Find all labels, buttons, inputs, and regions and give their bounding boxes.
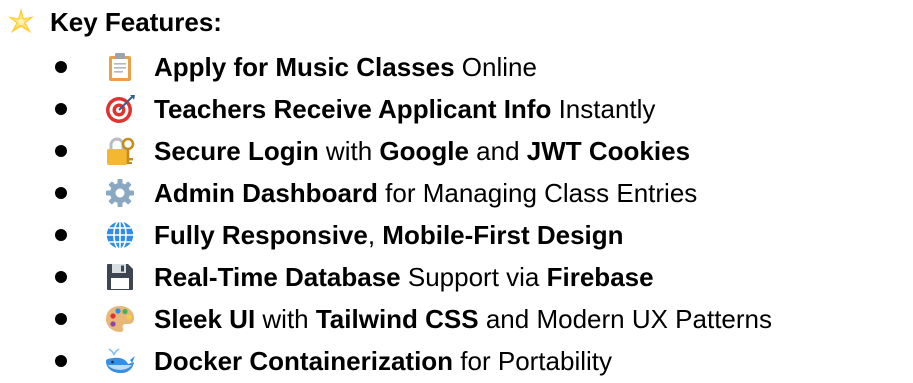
glowing-star-icon — [7, 7, 35, 34]
list-item-text: Docker Containerization for Portability — [154, 346, 612, 377]
clipboard-icon — [109, 53, 131, 81]
text-segment: and — [468, 135, 527, 166]
list-item-text: Real-Time Database Support via Firebase — [154, 262, 654, 293]
list-item-body: Apply for Music Classes Online — [104, 46, 537, 88]
list-item-text: Teachers Receive Applicant Info Instantl… — [154, 94, 655, 125]
text-segment: , — [367, 219, 383, 250]
bold-text-segment: Sleek UI — [154, 303, 256, 334]
list-item-text: Fully Responsive, Mobile-First Design — [154, 220, 624, 251]
bullet-marker — [55, 229, 67, 241]
bold-text-segment: Docker Containerization — [154, 345, 454, 376]
list-item: Fully Responsive, Mobile-First Design — [0, 214, 913, 256]
bullet-marker — [55, 103, 67, 115]
list-item: Teachers Receive Applicant Info Instantl… — [0, 88, 913, 130]
direct-hit-target-icon — [106, 95, 135, 123]
bold-text-segment: Tailwind CSS — [315, 303, 479, 334]
bullet-marker — [55, 145, 67, 157]
list-item-text: Admin Dashboard for Managing Class Entri… — [154, 178, 697, 209]
list-item-body: Admin Dashboard for Managing Class Entri… — [104, 172, 697, 214]
bold-text-segment: Firebase — [546, 261, 654, 292]
list-item-body: Real-Time Database Support via Firebase — [104, 256, 654, 298]
list-item: Real-Time Database Support via Firebase — [0, 256, 913, 298]
list-item-text: Secure Login with Google and JWT Cookies — [154, 136, 690, 167]
bold-text-segment: Real-Time Database — [154, 261, 401, 292]
text-segment: Online — [454, 51, 537, 82]
section-heading: Key Features: — [6, 4, 222, 40]
list-item-body: Fully Responsive, Mobile-First Design — [104, 214, 624, 256]
list-item: Secure Login with Google and JWT Cookies — [0, 130, 913, 172]
text-segment: Support via — [400, 261, 547, 292]
bold-text-segment: JWT Cookies — [526, 135, 691, 166]
bullet-marker — [55, 61, 67, 73]
bullet-marker — [55, 313, 67, 325]
list-item: Apply for Music Classes Online — [0, 46, 913, 88]
whale-icon — [106, 348, 135, 373]
section-heading-text: Key Features: — [50, 6, 222, 37]
list-item-body: Secure Login with Google and JWT Cookies — [104, 130, 690, 172]
list-item: Admin Dashboard for Managing Class Entri… — [0, 172, 913, 214]
bold-text-segment: Apply for Music Classes — [154, 51, 455, 82]
bold-text-segment: Teachers Receive Applicant Info — [154, 93, 552, 124]
list-item: Sleek UI with Tailwind CSS and Modern UX… — [0, 298, 913, 340]
feature-list: Apply for Music Classes Online Teachers R… — [0, 46, 913, 382]
bold-text-segment: Mobile-First Design — [382, 219, 624, 250]
bold-text-segment: Admin Dashboard — [154, 177, 378, 208]
list-item-body: Sleek UI with Tailwind CSS and Modern UX… — [104, 298, 772, 340]
bold-text-segment: Fully Responsive — [154, 219, 368, 250]
text-segment: for Portability — [453, 345, 613, 376]
artist-palette-icon — [106, 306, 134, 332]
text-segment: for Managing Class Entries — [377, 177, 698, 208]
text-segment: Instantly — [551, 93, 656, 124]
list-item-body: Teachers Receive Applicant Info Instantl… — [104, 88, 655, 130]
floppy-disk-icon — [107, 264, 133, 290]
bold-text-segment: Secure Login — [154, 135, 319, 166]
globe-with-meridians-icon — [105, 220, 135, 250]
locked-with-key-icon — [107, 137, 135, 165]
bullet-marker — [55, 271, 67, 283]
list-item-text: Apply for Music Classes Online — [154, 52, 537, 83]
text-segment: with — [318, 135, 380, 166]
text-segment: with — [255, 303, 316, 334]
bold-text-segment: Google — [379, 135, 469, 166]
bullet-marker — [55, 187, 67, 199]
list-item: Docker Containerization for Portability — [0, 340, 913, 382]
text-segment: and Modern UX Patterns — [478, 303, 773, 334]
bullet-marker — [55, 355, 67, 367]
gear-icon — [106, 179, 134, 207]
list-item-text: Sleek UI with Tailwind CSS and Modern UX… — [154, 304, 772, 335]
document: Key Features: Apply for Music Classes On… — [0, 0, 913, 383]
list-item-body: Docker Containerization for Portability — [104, 340, 612, 382]
